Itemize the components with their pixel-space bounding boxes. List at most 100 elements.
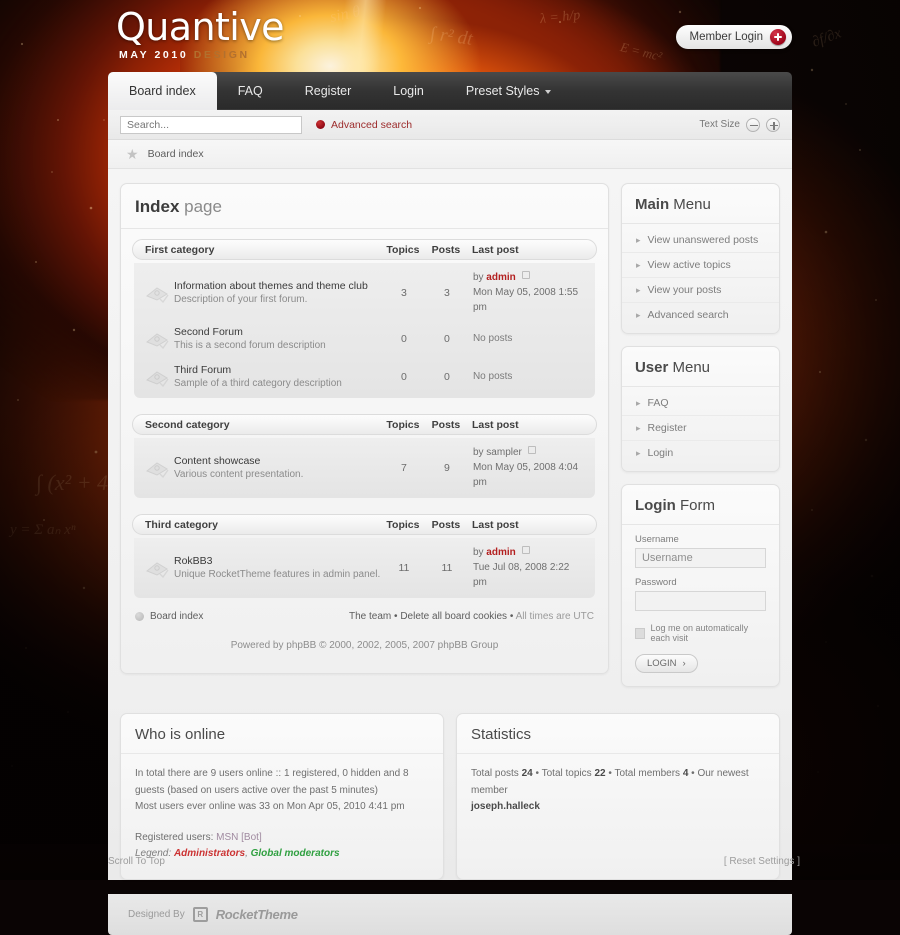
password-field[interactable] [634,591,766,611]
breadcrumb-item-board-index[interactable]: Board index [148,148,204,160]
sidebar-item-advanced-search[interactable]: ▸ Advanced search [622,303,779,327]
forum-info: Information about themes and theme club … [174,279,381,307]
tab-register[interactable]: Register [284,72,373,110]
table-row[interactable]: Second Forum This is a second forum desc… [134,320,595,358]
index-panel: Index page First category Topics Posts L… [120,183,609,675]
advanced-search-link[interactable]: Advanced search [316,119,412,131]
statistics-body: Total posts 24 • Total topics 22 • Total… [457,754,779,832]
member-login-label: Member Login [689,31,763,43]
content-area: Index page First category Topics Posts L… [108,169,792,699]
last-post-author[interactable]: admin [486,272,515,283]
user-menu-panel: User Menu ▸ FAQ ▸ Register ▸ Login [620,346,780,472]
bullet-icon [316,120,325,129]
sidebar-item-register[interactable]: ▸ Register [621,416,779,441]
forum-description: This is a second forum description [174,340,326,352]
text-size-increase-button[interactable] [766,117,780,132]
sidebar-item-label: View unanswered posts [647,234,759,246]
text-size-decrease-button[interactable] [746,117,760,132]
forum-info: Second Forum This is a second forum desc… [174,325,381,353]
forum-posts-count: 3 [444,286,450,299]
site-logo[interactable]: Quantive MAY 2010 DESIGN [116,8,284,61]
table-row[interactable]: RokBB3 Unique RocketTheme features in ad… [134,540,595,595]
total-members-label: Total members [614,768,681,779]
stat-separator: • [691,768,695,779]
goto-post-icon[interactable] [521,546,530,555]
column-header-posts: Posts [431,518,461,531]
chevron-right-icon: › [682,658,686,669]
forum-info: RokBB3 Unique RocketTheme features in ad… [174,554,381,582]
delete-cookies-link[interactable]: Delete all board cookies [400,611,507,622]
forum-title[interactable]: Information about themes and theme club [174,279,381,293]
chevron-right-icon: ▸ [635,284,641,295]
total-posts-label: Total posts [471,768,519,779]
goto-post-icon[interactable] [527,446,536,455]
forum-title[interactable]: Content showcase [174,454,381,468]
category-block: Third category Topics Posts Last post Ro… [121,498,608,599]
forum-posts-count: 9 [444,461,450,474]
column-header-posts: Posts [431,418,461,431]
forum-folder-icon [146,370,169,387]
forum-info: Third Forum Sample of a third category d… [174,363,381,391]
sidebar-item-view-active-topics[interactable]: ▸ View active topics [621,253,779,278]
forum-last-post: by admin Mon May 05, 2008 1:55 pm [467,270,585,315]
sidebar-item-label: Login [647,447,674,459]
sidebar-item-view-unanswered-posts[interactable]: ▸ View unanswered posts [621,228,779,253]
newest-member-value[interactable]: joseph.halleck [471,801,540,812]
tab-board-index[interactable]: Board index [108,72,217,110]
scroll-to-top-link[interactable]: Scroll To Top [108,856,165,867]
forum-folder-icon [146,286,169,303]
main-navigation: Board index FAQ Register Login Preset St… [108,72,792,110]
forum-last-post: by admin Tue Jul 08, 2008 2:22 pm [467,545,585,590]
last-post-author[interactable]: admin [486,547,515,558]
main-menu-panel: Main Menu ▸ View unanswered posts ▸ View… [620,183,780,334]
forum-title[interactable]: Third Forum [174,363,381,377]
page-footer: Scroll To Top [ Reset Settings ] [108,856,800,867]
table-row[interactable]: Information about themes and theme club … [134,265,595,320]
table-row[interactable]: Content showcase Various content present… [134,440,595,495]
tab-preset-styles[interactable]: Preset Styles [445,72,572,110]
sidebar-item-login[interactable]: ▸ Login [622,441,779,465]
text-size-control: Text Size [699,117,780,132]
forum-title[interactable]: Second Forum [174,325,381,339]
search-input[interactable] [120,115,302,134]
chevron-down-icon [544,90,551,94]
the-team-link[interactable]: The team [349,611,391,622]
footer-separator: • [509,611,514,623]
category-name[interactable]: Second category [145,419,380,431]
breadcrumb: ★ Board index [108,140,792,169]
tab-login[interactable]: Login [372,72,445,110]
login-submit-button[interactable]: LOGIN › [634,654,698,673]
chevron-right-icon: ▸ [635,447,641,458]
total-members-value: 4 [682,768,689,779]
category-name[interactable]: Third category [145,519,380,531]
forum-topics-count: 11 [398,561,410,574]
member-login-button[interactable]: Member Login [676,25,792,49]
online-summary: In total there are 9 users online :: 1 r… [135,768,409,796]
category-name[interactable]: First category [145,244,380,256]
footer-board-index-link[interactable]: Board index [135,611,203,622]
footer-separator: • [394,611,398,623]
username-field[interactable] [634,548,766,568]
forum-last-post: No posts [472,333,513,345]
sidebar-item-view-your-posts[interactable]: ▸ View your posts [621,278,779,303]
rockettheme-brand[interactable]: RocketTheme [216,907,298,922]
sidebar-item-label: View your posts [647,284,722,296]
remember-me-row[interactable]: Log me on automatically each visit [634,623,766,643]
main-menu-title: Main Menu [621,184,779,224]
sidebar-item-faq[interactable]: ▸ FAQ [621,391,779,416]
registered-users-value[interactable]: MSN [Bot] [216,832,262,843]
who-is-online-panel: Who is online In total there are 9 users… [120,713,444,880]
forum-last-post: by sampler Mon May 05, 2008 4:04 pm [467,445,585,490]
reset-settings-link[interactable]: [ Reset Settings ] [724,856,800,867]
tab-faq[interactable]: FAQ [217,72,284,110]
forum-info: Content showcase Various content present… [174,454,381,482]
main-menu-list: ▸ View unanswered posts ▸ View active to… [621,224,779,333]
last-post-author[interactable]: sampler [486,447,522,458]
table-row[interactable]: Third Forum Sample of a third category d… [134,358,595,396]
remember-me-checkbox[interactable] [634,627,645,639]
forum-rows: RokBB3 Unique RocketTheme features in ad… [134,538,595,599]
sidebar: Main Menu ▸ View unanswered posts ▸ View… [620,183,780,699]
sidebar-item-label: Advanced search [647,309,729,321]
goto-post-icon[interactable] [521,271,530,279]
forum-title[interactable]: RokBB3 [174,554,381,568]
